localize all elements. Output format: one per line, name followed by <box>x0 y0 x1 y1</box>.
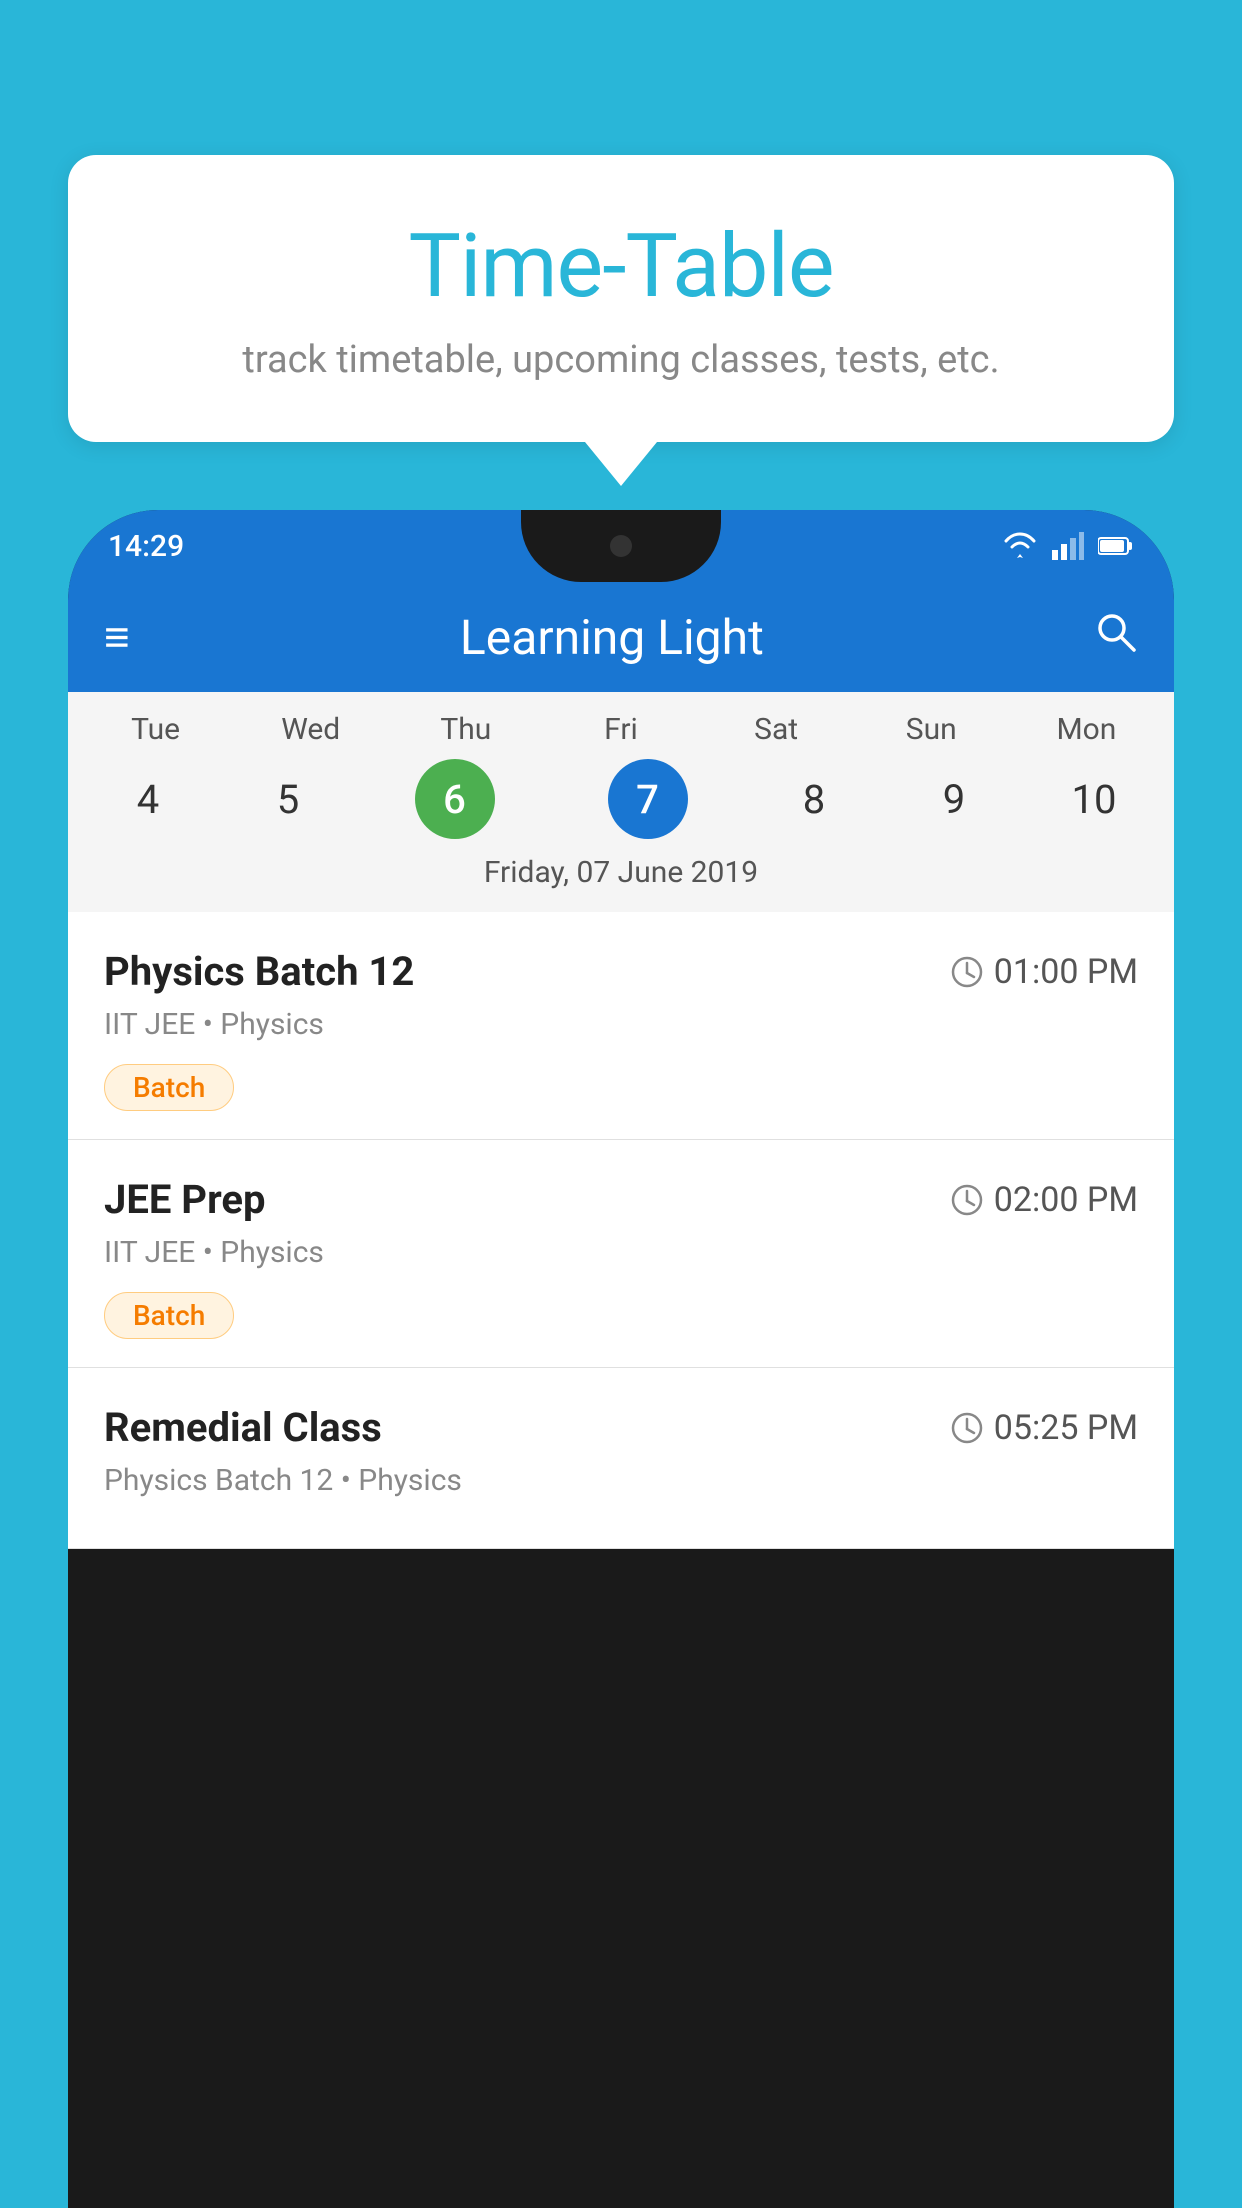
class-time-1: 01:00 PM <box>950 952 1138 992</box>
calendar-strip: Tue Wed Thu Fri Sat Sun Mon 4 5 6 7 8 9 … <box>68 692 1174 912</box>
battery-icon <box>1098 535 1134 557</box>
class-title-2: JEE Prep <box>104 1176 265 1223</box>
speech-bubble: Time-Table track timetable, upcoming cla… <box>68 155 1174 442</box>
day-header-thu: Thu <box>396 712 536 747</box>
clock-icon-1 <box>950 955 984 989</box>
app-title: Learning Light <box>130 609 1094 666</box>
day-6-today[interactable]: 6 <box>415 759 495 839</box>
clock-icon-3 <box>950 1411 984 1445</box>
day-header-fri: Fri <box>551 712 691 747</box>
day-numbers: 4 5 6 7 8 9 10 <box>68 759 1174 839</box>
class-title-1: Physics Batch 12 <box>104 948 414 995</box>
day-header-mon: Mon <box>1016 712 1156 747</box>
phone-frame: 14:29 ≡ Learning Li <box>68 510 1174 2208</box>
day-5[interactable]: 5 <box>218 759 358 839</box>
day-7-selected[interactable]: 7 <box>608 759 688 839</box>
class-card-1[interactable]: Physics Batch 12 01:00 PM IIT JEE • Phys… <box>68 912 1174 1140</box>
class-title-3: Remedial Class <box>104 1404 382 1451</box>
day-header-tue: Tue <box>86 712 226 747</box>
class-time-2: 02:00 PM <box>950 1180 1138 1220</box>
class-card-header-2: JEE Prep 02:00 PM <box>104 1176 1138 1223</box>
class-card-2[interactable]: JEE Prep 02:00 PM IIT JEE • Physics Batc… <box>68 1140 1174 1368</box>
search-icon[interactable] <box>1094 610 1138 665</box>
status-time: 14:29 <box>108 529 184 564</box>
batch-tag-2: Batch <box>104 1292 234 1339</box>
day-header-sat: Sat <box>706 712 846 747</box>
wifi-icon <box>1002 532 1038 560</box>
menu-icon[interactable]: ≡ <box>104 611 130 663</box>
camera <box>610 535 632 557</box>
class-meta-3: Physics Batch 12 • Physics <box>104 1463 1138 1498</box>
selected-date: Friday, 07 June 2019 <box>68 839 1174 902</box>
day-9[interactable]: 9 <box>884 759 1024 839</box>
content-area: Physics Batch 12 01:00 PM IIT JEE • Phys… <box>68 912 1174 1549</box>
day-header-wed: Wed <box>241 712 381 747</box>
class-card-3[interactable]: Remedial Class 05:25 PM Physics Batch 12… <box>68 1368 1174 1549</box>
day-headers: Tue Wed Thu Fri Sat Sun Mon <box>68 712 1174 747</box>
bubble-subtitle: track timetable, upcoming classes, tests… <box>108 338 1134 382</box>
signal-icon <box>1052 532 1084 560</box>
class-time-3: 05:25 PM <box>950 1408 1138 1448</box>
day-4[interactable]: 4 <box>78 759 218 839</box>
app-bar: ≡ Learning Light <box>68 582 1174 692</box>
day-10[interactable]: 10 <box>1024 759 1164 839</box>
bubble-title: Time-Table <box>108 215 1134 318</box>
day-header-sun: Sun <box>861 712 1001 747</box>
class-meta-1: IIT JEE • Physics <box>104 1007 1138 1042</box>
status-icons <box>1002 532 1134 560</box>
clock-icon-2 <box>950 1183 984 1217</box>
class-meta-2: IIT JEE • Physics <box>104 1235 1138 1270</box>
phone-notch <box>521 510 721 582</box>
batch-tag-1: Batch <box>104 1064 234 1111</box>
class-card-header-1: Physics Batch 12 01:00 PM <box>104 948 1138 995</box>
class-card-header-3: Remedial Class 05:25 PM <box>104 1404 1138 1451</box>
day-8[interactable]: 8 <box>744 759 884 839</box>
